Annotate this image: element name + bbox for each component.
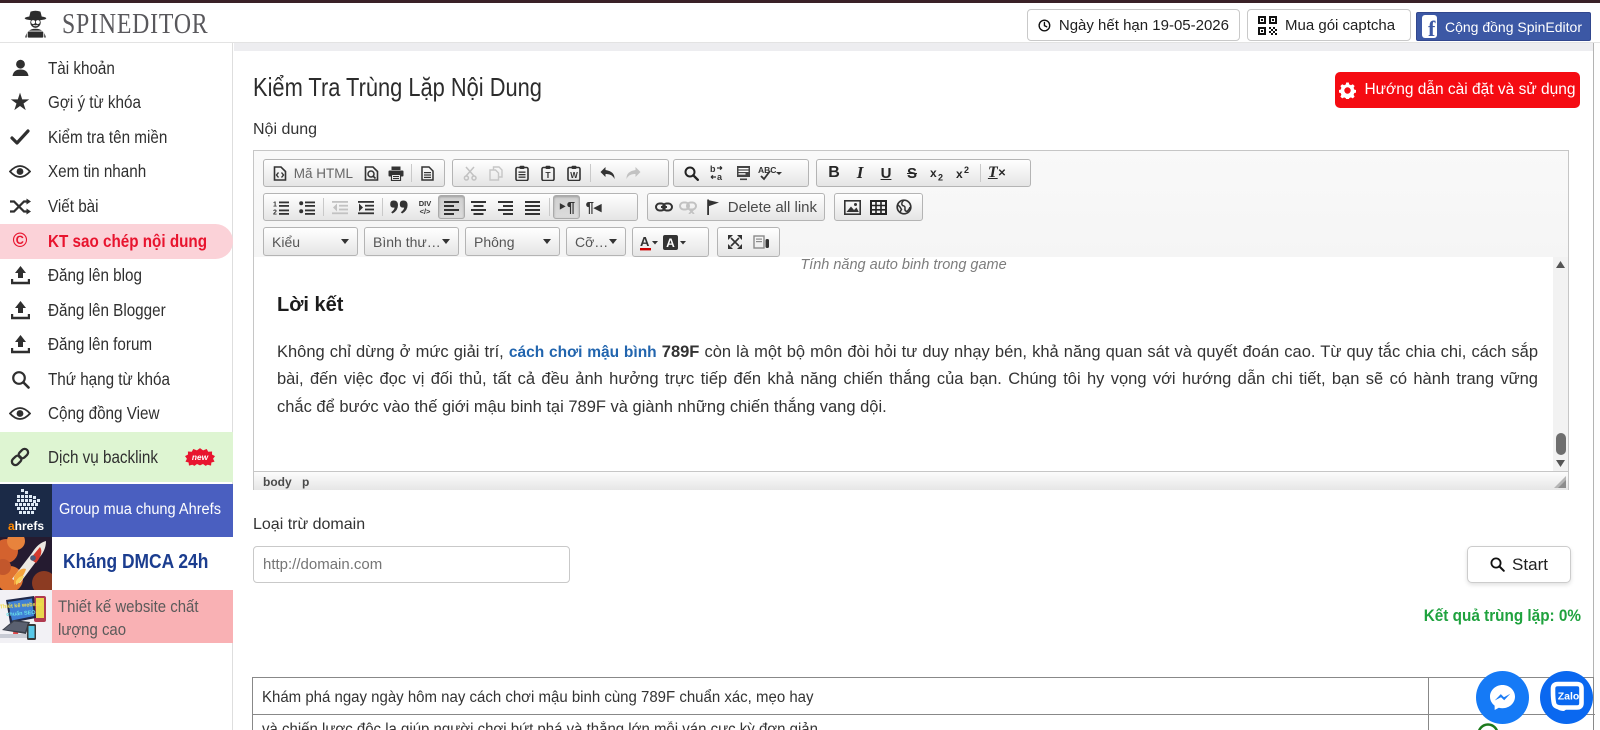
- svg-text:a: a: [717, 172, 723, 181]
- svg-text:A: A: [640, 234, 650, 249]
- svg-text:W: W: [570, 171, 578, 180]
- svg-text:A: A: [666, 236, 675, 250]
- svg-text:b: b: [710, 165, 716, 174]
- svg-text:T: T: [545, 170, 551, 180]
- svg-text:x: x: [956, 167, 963, 181]
- svg-text:1: 1: [273, 201, 277, 208]
- svg-text:x: x: [930, 166, 937, 180]
- svg-text:ahrefs: ahrefs: [8, 519, 44, 533]
- svg-text:2: 2: [273, 209, 277, 215]
- svg-text:2: 2: [964, 165, 969, 175]
- svg-text:</>: </>: [420, 207, 431, 215]
- svg-text:new: new: [192, 452, 209, 462]
- svg-text:2: 2: [938, 173, 943, 182]
- svg-text:Zalo: Zalo: [1557, 690, 1579, 702]
